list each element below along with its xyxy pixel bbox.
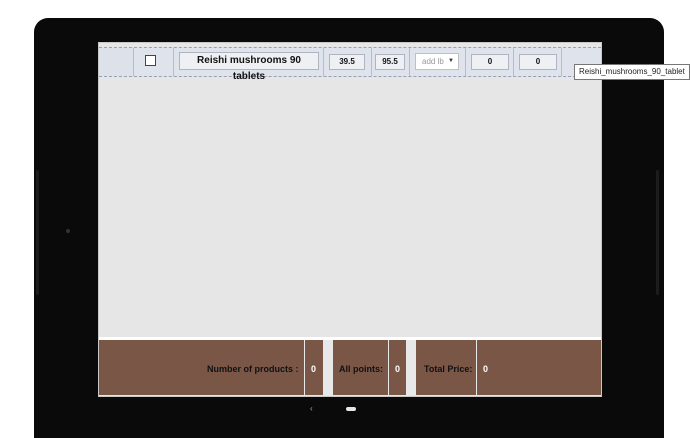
unit-select[interactable]: add lb ▼ (415, 53, 459, 70)
unit-select-value: add lb (422, 57, 444, 66)
qty-b-cell: 0 (513, 48, 561, 76)
product-value-a: 39.5 (329, 54, 365, 70)
camera-icon (66, 229, 70, 233)
product-row: Reishi mushrooms 90 tablets 39.5 95.5 ad… (99, 47, 601, 82)
qty-a-cell: 0 (465, 48, 513, 76)
tablet-side-button-right (656, 170, 659, 295)
name-cell: Reishi mushrooms 90 tablets (173, 48, 323, 82)
product-name: Reishi mushrooms 90 tablets (179, 52, 319, 82)
app-screen: Reishi mushrooms 90 tablets 39.5 95.5 ad… (98, 42, 602, 397)
value-b-cell: 95.5 (371, 48, 409, 76)
products-count-value: 0 (311, 364, 317, 374)
product-tooltip: Reishi_mushrooms_90_tablet (574, 64, 690, 80)
total-price-label: Total Price: (424, 364, 473, 374)
tablet-side-button-left (36, 170, 39, 295)
row-spacer (99, 48, 133, 76)
footer-divider (304, 340, 305, 395)
back-nav-icon[interactable]: ‹ (310, 404, 313, 413)
footer-divider (476, 340, 477, 395)
total-price-value: 0 (483, 364, 489, 374)
products-count-label: Number of products : (207, 364, 299, 374)
points-value: 0 (395, 364, 401, 374)
footer-divider (323, 340, 333, 395)
dropdown-arrow-icon: ▼ (448, 58, 454, 64)
footer-divider (388, 340, 389, 395)
points-label: All points: (339, 364, 383, 374)
footer-divider (406, 340, 416, 395)
value-a-cell: 39.5 (323, 48, 371, 76)
product-value-b: 95.5 (375, 54, 405, 70)
product-checkbox[interactable] (145, 55, 156, 66)
product-qty-b[interactable]: 0 (519, 54, 557, 70)
select-cell (133, 48, 173, 76)
home-nav-icon[interactable] (346, 407, 356, 411)
summary-footer: Number of products : 0 All points: 0 Tot… (99, 337, 601, 395)
product-qty-a[interactable]: 0 (471, 54, 509, 70)
